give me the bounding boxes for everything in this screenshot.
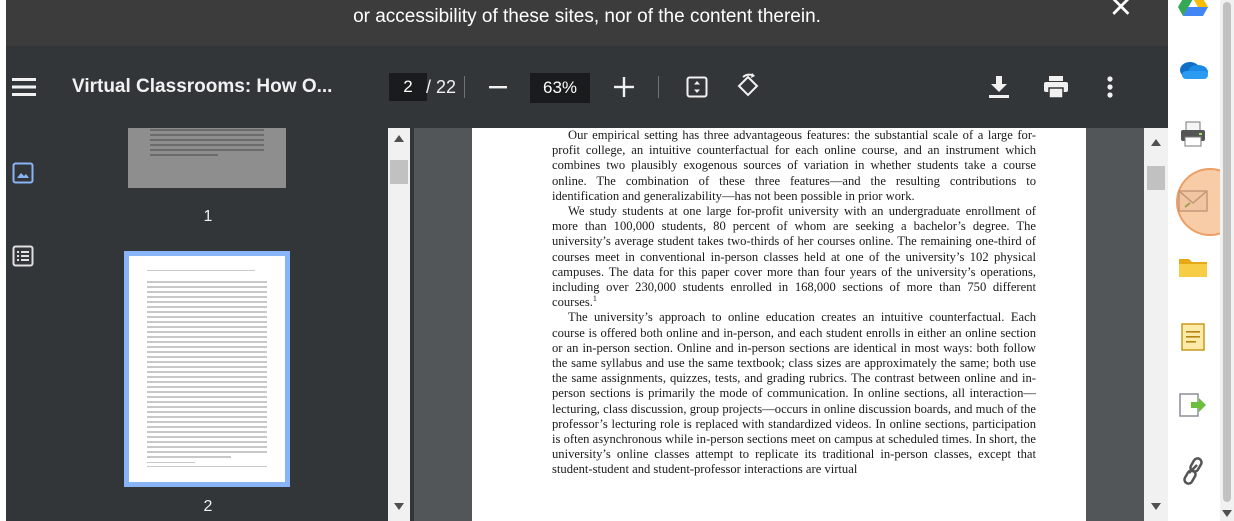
notice-banner: or accessibility of these sites, nor of … (6, 0, 1168, 46)
scrollbar-thumb[interactable] (390, 160, 408, 184)
thumbnail-view-button[interactable] (10, 160, 36, 186)
print-icon (1044, 76, 1068, 98)
printer-icon[interactable] (1176, 117, 1210, 151)
outline-view-button[interactable] (10, 243, 36, 269)
document-page: Our empirical setting has three advantag… (472, 128, 1086, 521)
document-title: Virtual Classrooms: How O... (72, 76, 333, 97)
paragraph: Our empirical setting has three advantag… (552, 128, 1036, 203)
document-scrollbar[interactable] (1144, 128, 1168, 521)
footnote-marker[interactable]: 1 (593, 294, 597, 303)
fit-page-icon (686, 76, 708, 98)
folder-icon[interactable] (1176, 250, 1210, 284)
export-icon[interactable] (1176, 388, 1210, 422)
sidebar-tabs (6, 128, 42, 521)
thumbnail-number: 1 (203, 208, 213, 225)
print-button[interactable] (1040, 72, 1072, 102)
more-options-button[interactable] (1096, 72, 1124, 102)
thumbnails-panel: 1 2 (42, 128, 414, 521)
pdf-viewer: or accessibility of these sites, nor of … (6, 0, 1168, 521)
minus-icon (489, 86, 507, 89)
thumbnail-page-2[interactable] (124, 251, 290, 487)
link-icon[interactable] (1176, 454, 1210, 488)
note-icon[interactable] (1176, 320, 1210, 354)
thumbnail-number: 2 (203, 498, 213, 515)
page-total: / 22 (426, 76, 457, 97)
google-drive-icon[interactable] (1176, 0, 1210, 20)
close-icon[interactable]: × (1110, 0, 1132, 26)
window-scrollbar[interactable] (1220, 0, 1234, 521)
paragraph: The university’s approach to online educ… (552, 310, 1036, 477)
paragraph: We study students at one large for-profi… (552, 204, 1036, 310)
rotate-icon (737, 73, 759, 97)
scroll-down-arrow[interactable] (394, 503, 404, 510)
scroll-down-arrow[interactable] (1222, 510, 1232, 517)
zoom-in-button[interactable] (610, 72, 638, 102)
thumbnails-scrollbar[interactable] (388, 128, 410, 521)
zoom-level-input[interactable] (530, 73, 590, 103)
outline-view-icon (12, 245, 34, 267)
plus-icon (614, 77, 634, 97)
pdf-toolbar: Virtual Classrooms: How O... / 22 (6, 46, 1168, 128)
scroll-up-arrow[interactable] (1151, 139, 1161, 146)
download-icon (989, 76, 1009, 98)
scrollbar-thumb[interactable] (1147, 166, 1165, 190)
paragraph-text: We study students at one large for-profi… (552, 204, 1036, 310)
onedrive-icon[interactable] (1176, 52, 1210, 86)
zoom-out-button[interactable] (484, 72, 512, 102)
side-tools-panel (1168, 0, 1220, 521)
scroll-down-arrow[interactable] (1151, 503, 1161, 510)
toolbar-divider (658, 76, 659, 98)
rotate-button[interactable] (732, 70, 764, 102)
document-viewer: Our empirical setting has three advantag… (414, 128, 1168, 521)
menu-icon[interactable] (10, 74, 38, 100)
thumbnail-page-1[interactable] (128, 128, 286, 188)
toolbar-divider (464, 76, 465, 98)
scroll-up-arrow[interactable] (394, 135, 404, 142)
scrollbar-thumb[interactable] (1223, 2, 1231, 502)
more-vert-icon (1107, 76, 1113, 98)
fit-page-button[interactable] (682, 72, 712, 102)
notice-text: or accessibility of these sites, nor of … (353, 6, 821, 27)
thumbnail-view-icon (12, 162, 34, 184)
download-button[interactable] (984, 72, 1014, 102)
